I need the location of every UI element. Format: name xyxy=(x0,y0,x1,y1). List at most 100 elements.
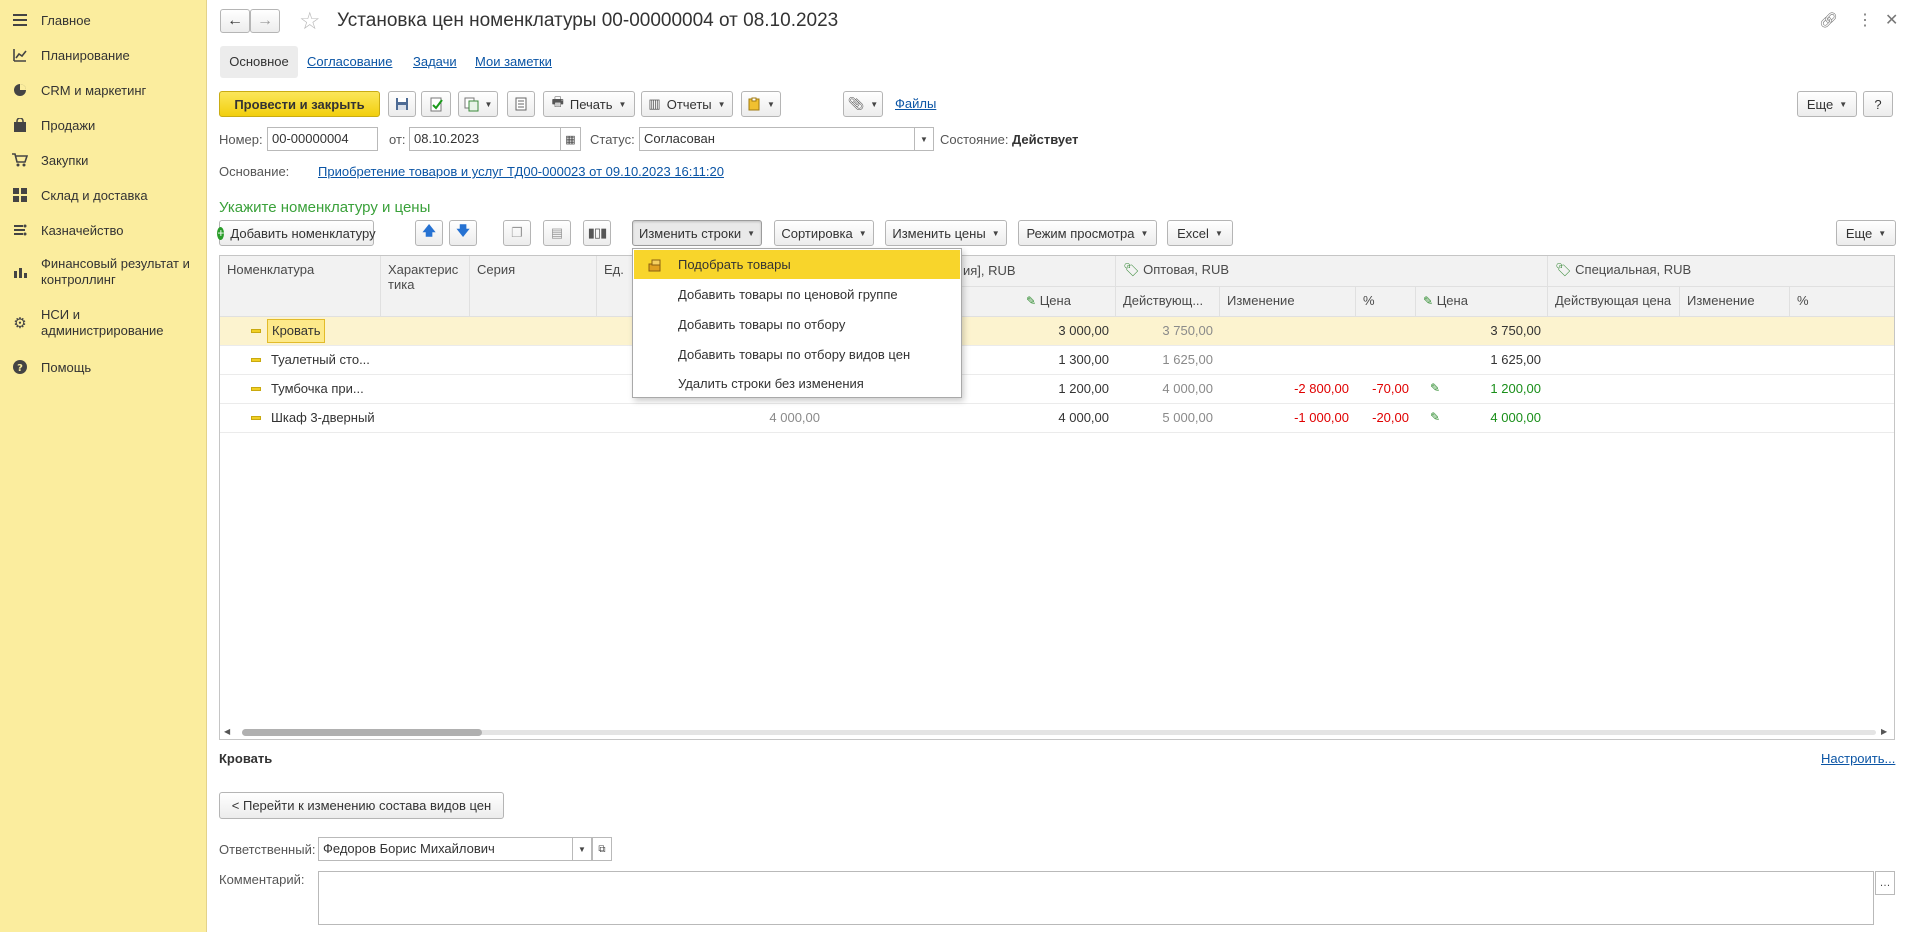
copy-row-button[interactable]: ❐ xyxy=(503,220,531,246)
sidebar-item-main[interactable]: Главное xyxy=(0,11,206,31)
column-header-current[interactable]: Действующ... xyxy=(1116,287,1220,317)
create-based-on-button[interactable]: ▼ xyxy=(458,91,498,117)
menu-item-add-by-price-type-filter[interactable]: Добавить товары по отбору видов цен xyxy=(634,340,960,369)
table-row[interactable]: Кровать 3 000,00 3 750,00 3 750,00 xyxy=(220,317,1894,346)
responsible-field[interactable]: Федоров Борис Михайлович xyxy=(318,837,573,861)
sidebar-item-admin[interactable]: ⚙ НСИ и администрирование xyxy=(0,307,206,343)
tab-notes[interactable]: Мои заметки xyxy=(475,46,552,78)
more-button[interactable]: Еще ▼ xyxy=(1797,91,1857,117)
table-row[interactable]: Туалетный сто... 1 300,00 1 625,00 1 625… xyxy=(220,346,1894,375)
forward-button[interactable]: → xyxy=(250,9,280,33)
barcode-button[interactable]: ▮▯▮ xyxy=(583,220,611,246)
reports-button[interactable]: ▥ Отчеты ▼ xyxy=(641,91,733,117)
help-button[interactable]: ? xyxy=(1863,91,1893,117)
sidebar-item-label: Продажи xyxy=(41,118,96,133)
close-icon[interactable]: ✕ xyxy=(1885,10,1898,30)
menu-item-add-by-price-group[interactable]: Добавить товары по ценовой группе xyxy=(634,280,960,309)
cell-nomenclature[interactable]: Туалетный сто... xyxy=(264,346,381,374)
move-up-button[interactable]: 🡅 xyxy=(415,220,443,246)
column-header-current-price[interactable]: Действующая цена xyxy=(1548,287,1680,317)
cell-price-2[interactable]: 4 000,00 xyxy=(1416,404,1548,432)
scroll-left-icon[interactable]: ◀ xyxy=(224,727,230,736)
sidebar-item-sales[interactable]: Продажи xyxy=(0,116,206,136)
more-vertical-icon[interactable]: ⋮ xyxy=(1857,10,1873,30)
column-group-special[interactable]: 🏷︎ Специальная, RUB xyxy=(1548,256,1894,287)
print-button[interactable]: 🖶︎ Печать ▼ xyxy=(543,91,635,117)
post-button[interactable] xyxy=(421,91,451,117)
menu-item-add-by-filter[interactable]: Добавить товары по отбору xyxy=(634,310,960,339)
goto-price-types-button[interactable]: < Перейти к изменению состава видов цен xyxy=(219,792,504,819)
sidebar-item-help[interactable]: ? Помощь xyxy=(0,358,206,378)
back-button[interactable]: ← xyxy=(220,9,250,33)
column-header-nomenclature[interactable]: Номенклатура xyxy=(220,256,381,317)
scroll-right-icon[interactable]: ▶ xyxy=(1881,727,1887,736)
sidebar-item-label: Главное xyxy=(41,13,91,28)
status-dropdown-button[interactable]: ▼ xyxy=(914,127,934,151)
journal-button[interactable] xyxy=(507,91,535,117)
cell-nomenclature[interactable]: Тумбочка при... xyxy=(264,375,381,403)
column-header-series[interactable]: Серия xyxy=(470,256,597,317)
cell-price-2[interactable]: 1 200,00 xyxy=(1416,375,1548,403)
cell-nomenclature[interactable]: Кровать xyxy=(267,319,325,343)
attach-button[interactable]: 📎︎ ▼ xyxy=(843,91,883,117)
files-link[interactable]: Файлы xyxy=(895,96,936,111)
change-prices-button[interactable]: Изменить цены ▼ xyxy=(885,220,1007,246)
sort-button[interactable]: Сортировка ▼ xyxy=(774,220,874,246)
tab-tasks[interactable]: Задачи xyxy=(413,46,457,78)
comment-expand-button[interactable]: … xyxy=(1875,871,1895,895)
paste-button[interactable]: ▤ xyxy=(543,220,571,246)
column-header-change-2[interactable]: Изменение xyxy=(1680,287,1790,317)
number-field[interactable]: 00-00000004 xyxy=(267,127,378,151)
special-label: Специальная, RUB xyxy=(1575,262,1692,277)
calendar-button[interactable]: ▦ xyxy=(560,127,581,151)
sidebar-item-purchases[interactable]: Закупки xyxy=(0,151,206,171)
save-button[interactable] xyxy=(388,91,416,117)
basis-link[interactable]: Приобретение товаров и услуг ТД00-000023… xyxy=(318,164,724,179)
column-header-price[interactable]: ✎ Цена xyxy=(1019,287,1116,317)
prices-table: Номенклатура Характеристика Серия Ед. ия… xyxy=(219,255,1895,740)
column-header-change[interactable]: Изменение xyxy=(1220,287,1356,317)
cell-price[interactable]: 4 000,00 xyxy=(1019,404,1116,432)
sidebar-item-planning[interactable]: Планирование xyxy=(0,46,206,66)
view-mode-button[interactable]: Режим просмотра ▼ xyxy=(1018,220,1157,246)
cell-price-2[interactable]: 1 625,00 xyxy=(1416,346,1548,374)
column-header-characteristic[interactable]: Характеристика xyxy=(381,256,470,317)
column-header-price-2[interactable]: ✎ Цена xyxy=(1416,287,1548,317)
open-icon: ⧉ xyxy=(598,843,606,855)
column-group-wholesale[interactable]: 🏷︎ Оптовая, RUB xyxy=(1116,256,1548,287)
scrollbar-thumb[interactable] xyxy=(242,729,482,736)
sidebar-item-warehouse[interactable]: Склад и доставка xyxy=(0,186,206,206)
change-rows-button[interactable]: Изменить строки ▼ xyxy=(632,220,762,246)
status-field[interactable]: Согласован xyxy=(639,127,915,151)
cell-price[interactable]: 3 000,00 xyxy=(1019,317,1116,345)
menu-item-delete-unchanged[interactable]: Удалить строки без изменения xyxy=(634,369,960,398)
sidebar-item-treasury[interactable]: Казначейство xyxy=(0,221,206,241)
menu-item-pick-goods[interactable]: Подобрать товары xyxy=(634,250,960,279)
excel-button[interactable]: Excel ▼ xyxy=(1167,220,1233,246)
responsible-dropdown-button[interactable]: ▼ xyxy=(572,837,592,861)
add-item-button[interactable]: + Добавить номенклатуру xyxy=(217,220,376,246)
cell-price-2[interactable]: 3 750,00 xyxy=(1416,317,1548,345)
horizontal-scrollbar[interactable]: ◀ ▶ xyxy=(222,726,1892,738)
column-header-percent-2[interactable]: % xyxy=(1790,287,1894,317)
responsible-open-button[interactable]: ⧉ xyxy=(592,837,612,861)
star-icon[interactable]: ☆ xyxy=(299,7,321,36)
cell-nomenclature[interactable]: Шкаф 3-дверный xyxy=(264,404,424,432)
table-row[interactable]: Шкаф 3-дверный 4 000,00 4 000,00 5 000,0… xyxy=(220,404,1894,433)
cell-price[interactable]: 1 200,00 xyxy=(1019,375,1116,403)
comment-field[interactable] xyxy=(318,871,1874,925)
table-row[interactable]: Тумбочка при... 1 200,00 4 000,00 -2 800… xyxy=(220,375,1894,404)
column-header-percent[interactable]: % xyxy=(1356,287,1416,317)
move-down-button[interactable]: 🡇 xyxy=(449,220,477,246)
date-field[interactable]: 08.10.2023 xyxy=(409,127,561,151)
cell-price[interactable]: 1 300,00 xyxy=(1019,346,1116,374)
tab-main[interactable]: Основное xyxy=(220,46,298,78)
link-icon[interactable]: 🔗︎ xyxy=(1819,11,1838,29)
fill-button[interactable]: ▼ xyxy=(741,91,781,117)
sidebar-item-crm[interactable]: CRM и маркетинг xyxy=(0,81,206,101)
table-more-button[interactable]: Еще ▼ xyxy=(1836,220,1896,246)
post-and-close-button[interactable]: Провести и закрыть xyxy=(219,91,380,117)
tab-approval[interactable]: Согласование xyxy=(307,46,392,78)
configure-link[interactable]: Настроить... xyxy=(1821,751,1895,766)
sidebar-item-finance[interactable]: Финансовый результат и контроллинг xyxy=(0,256,206,292)
